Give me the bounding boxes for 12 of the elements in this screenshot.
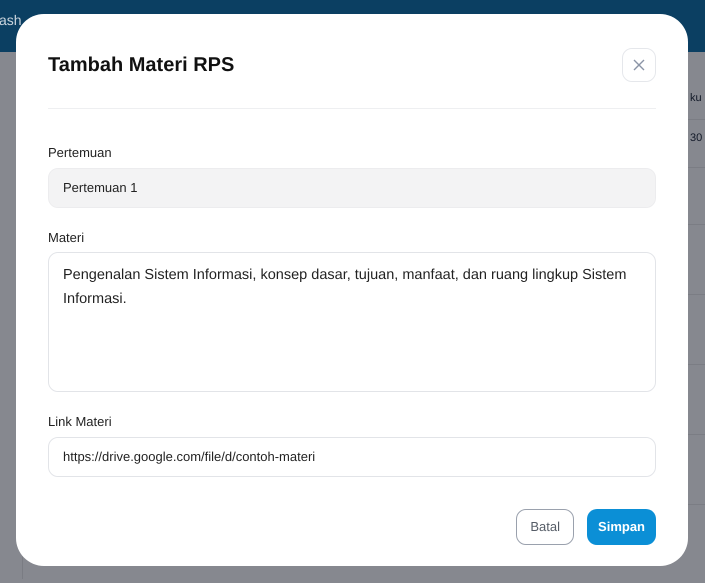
- close-button[interactable]: [622, 48, 656, 82]
- field-label: Pertemuan: [48, 144, 112, 162]
- input-field[interactable]: https://drive.google.com/file/d/contoh-materi: [48, 436, 656, 476]
- cancel-button[interactable]: Batal: [516, 508, 574, 544]
- table-cell: 30: [690, 132, 702, 144]
- materi-textarea[interactable]: Pengenalan Sistem Informasi, konsep dasar, tujuan, manfaat, dan ruang lingkup Sistem Informasi.: [48, 252, 656, 392]
- column-header: ku: [690, 92, 702, 104]
- field-label: Materi: [48, 228, 84, 246]
- close-icon: [633, 59, 645, 71]
- dialog-title: Tambah Materi RPS: [48, 53, 234, 78]
- save-button[interactable]: Simpan: [587, 508, 656, 544]
- field-label: Link Materi: [48, 413, 112, 431]
